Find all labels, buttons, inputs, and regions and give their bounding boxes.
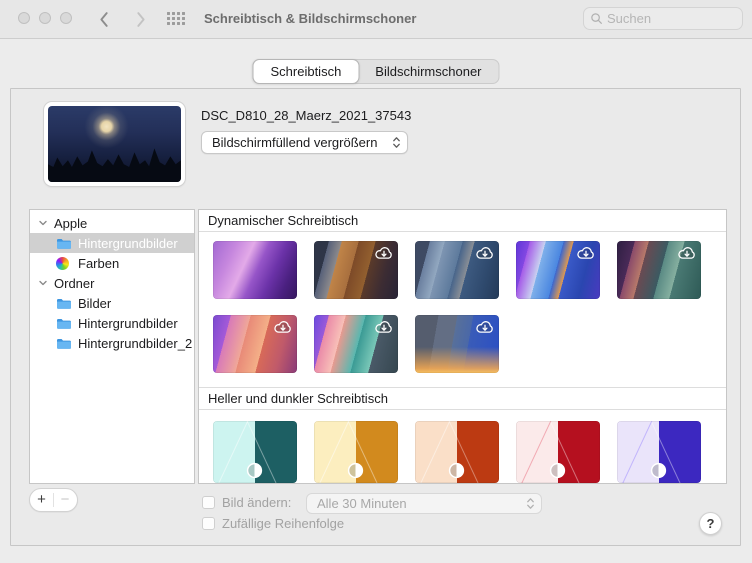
cloud-download-icon: [474, 243, 496, 262]
folder-icon: [57, 318, 71, 329]
sidebar-item-label: Apple: [54, 215, 88, 231]
cloud-download-icon: [474, 317, 496, 336]
cloud-download-icon: [373, 243, 395, 262]
change-picture-label: Bild ändern:: [222, 495, 292, 510]
change-picture-checkbox[interactable]: [202, 496, 215, 509]
sidebar-item-label: Hintergrundbilder: [78, 315, 178, 331]
gallery-section-heller-und-dunkler-schreibtisch: Heller und dunkler Schreibtisch: [199, 387, 726, 483]
remove-folder-button[interactable]: −: [54, 490, 76, 510]
folder-icon: [57, 298, 71, 309]
cloud-download-icon: [373, 317, 395, 336]
titlebar: Schreibtisch & Bildschirmschoner Suchen: [0, 0, 752, 39]
gallery-section-dynamischer-schreibtisch: Dynamischer Schreibtisch: [199, 210, 726, 373]
close-window-button[interactable]: [18, 12, 30, 24]
sidebar-item-label: Hintergrundbilder: [78, 235, 178, 251]
light-dark-toggle-icon: [246, 462, 263, 479]
chevron-right-icon: [136, 11, 145, 27]
random-order-label: Zufällige Reihenfolge: [222, 516, 345, 531]
desktop-tab-pane: DSC_D810_28_Maerz_2021_37543 Bildschirmf…: [10, 88, 741, 546]
search-placeholder: Suchen: [607, 11, 652, 26]
folder-icon: [56, 236, 72, 250]
add-folder-button[interactable]: +: [30, 490, 53, 510]
sidebar-group-apple[interactable]: Apple: [30, 213, 194, 233]
light-dark-toggle-icon: [347, 462, 364, 479]
random-order-checkbox[interactable]: [202, 517, 215, 530]
back-button[interactable]: [92, 8, 114, 30]
wallpaper-thumbnail-hello-purple[interactable]: [617, 421, 701, 483]
sidebar-group-ordner[interactable]: Ordner: [30, 273, 194, 293]
sidebar-item-label: Bilder: [78, 295, 112, 311]
light-dark-toggle-icon: [650, 462, 667, 479]
wallpaper-thumbnail-beach[interactable]: [314, 315, 398, 373]
folder-icon: [57, 238, 71, 249]
sidebar-list: Apple Hintergrundbilder Farben Ordner Bilder…: [29, 209, 195, 484]
wallpaper-thumbnail-big-sur-graphic[interactable]: [516, 241, 600, 299]
light-dark-toggle-icon: [448, 462, 465, 479]
sidebar-item-hintergrundbilder[interactable]: Hintergrundbilder: [30, 233, 194, 253]
wallpaper-thumbnail-solar-gradients[interactable]: [415, 315, 499, 373]
sidebar-item-bilder[interactable]: Bilder: [30, 293, 194, 313]
sidebar-item-label: Farben: [78, 255, 120, 271]
wallpaper-gallery: Dynamischer Schreibtisch Heller und dunkl…: [198, 209, 727, 484]
interval-value: Alle 30 Minuten: [317, 496, 407, 511]
tab-bildschirmschoner[interactable]: Bildschirmschoner: [358, 60, 498, 83]
cloud-download-icon: [575, 243, 597, 262]
section-header: Dynamischer Schreibtisch: [199, 210, 726, 232]
folder-icon: [56, 296, 72, 310]
search-input[interactable]: Suchen: [583, 7, 743, 30]
section-header: Heller und dunkler Schreibtisch: [199, 387, 726, 410]
current-wallpaper-preview: [44, 102, 185, 186]
show-all-preferences-button[interactable]: [167, 12, 185, 25]
sidebar-item-label: Hintergrundbilder_2: [78, 335, 193, 351]
moon-night-photo: [48, 106, 181, 182]
thumbnail-row: [199, 241, 726, 299]
wallpaper-filename: DSC_D810_28_Maerz_2021_37543: [201, 108, 412, 123]
disclosure-chevron-icon[interactable]: [38, 278, 48, 288]
forward-button[interactable]: [130, 8, 152, 30]
wallpaper-thumbnail-hello-teal[interactable]: [213, 421, 297, 483]
wallpaper-thumbnail-hello-orange-red[interactable]: [415, 421, 499, 483]
sidebar-item-label: Ordner: [54, 275, 95, 291]
interval-dropdown[interactable]: Alle 30 Minuten: [306, 493, 542, 514]
disclosure-chevron-icon[interactable]: [38, 218, 48, 228]
window-title: Schreibtisch & Bildschirmschoner: [204, 11, 417, 26]
sidebar-item-hintergrundbilder-2[interactable]: Hintergrundbilder_2: [30, 333, 194, 353]
sidebar-item-farben[interactable]: Farben: [30, 253, 194, 273]
zoom-window-button[interactable]: [60, 12, 72, 24]
sidebar-item-hintergrundbilder[interactable]: Hintergrundbilder: [30, 313, 194, 333]
folder-icon: [56, 336, 72, 350]
folder-icon: [56, 316, 72, 330]
cloud-download-icon: [272, 317, 294, 336]
folder-icon: [57, 338, 71, 349]
add-remove-control: + −: [29, 488, 78, 512]
tab-schreibtisch[interactable]: Schreibtisch: [252, 59, 360, 84]
tree-silhouette: [48, 148, 181, 182]
color-wheel-icon: [56, 256, 72, 270]
minimize-window-button[interactable]: [39, 12, 51, 24]
light-dark-toggle-icon: [549, 462, 566, 479]
chevron-left-icon: [99, 11, 108, 27]
fill-mode-dropdown[interactable]: Bildschirmfüllend vergrößern: [201, 131, 408, 154]
wallpaper-thumbnail-catalina[interactable]: [415, 241, 499, 299]
wallpaper-thumbnail-hello-pink-red[interactable]: [516, 421, 600, 483]
tab-bar: Schreibtisch Bildschirmschoner: [252, 59, 500, 84]
fill-mode-value: Bildschirmfüllend vergrößern: [212, 135, 378, 150]
search-icon: [591, 13, 602, 24]
updown-chevron-icon: [526, 496, 535, 511]
wallpaper-thumbnail-hello-yellow[interactable]: [314, 421, 398, 483]
updown-chevron-icon: [392, 135, 401, 150]
wallpaper-thumbnail-desert[interactable]: [213, 315, 297, 373]
cloud-download-icon: [676, 243, 698, 262]
preferences-window: Schreibtisch & Bildschirmschoner Suchen …: [0, 0, 752, 563]
help-button[interactable]: ?: [699, 512, 722, 535]
wallpaper-thumbnail-monterey[interactable]: [213, 241, 297, 299]
wallpaper-thumbnail-big-sur-cliffs[interactable]: [314, 241, 398, 299]
thumbnail-row: [199, 315, 726, 373]
wallpaper-thumbnail-peninsula[interactable]: [617, 241, 701, 299]
thumbnail-row: [199, 421, 726, 483]
